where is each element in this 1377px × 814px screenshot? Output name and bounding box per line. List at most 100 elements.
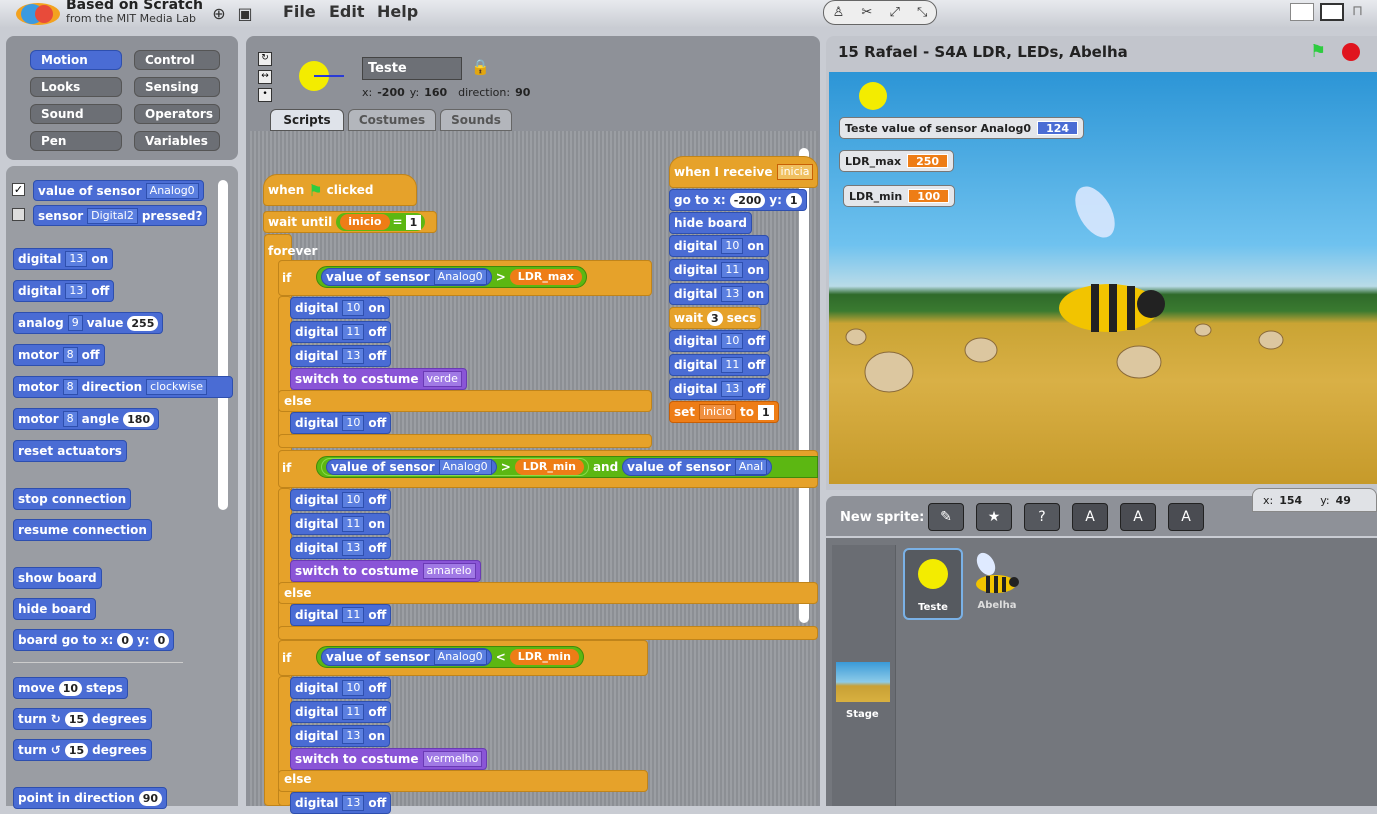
category-sensing[interactable]: Sensing: [134, 77, 220, 97]
pin-dropdown[interactable]: 11: [342, 607, 365, 623]
presentation-icon[interactable]: ⊓: [1352, 3, 1370, 21]
block-motor-off[interactable]: motor 8 off: [13, 344, 105, 366]
stage-thumbnail[interactable]: [836, 662, 890, 702]
rotate-style-icon[interactable]: ↻: [258, 52, 272, 66]
pin-dropdown[interactable]: 13: [342, 728, 365, 744]
monitor-checkbox[interactable]: [12, 208, 25, 221]
menu-help[interactable]: Help: [377, 2, 418, 21]
lock-icon[interactable]: 🔒: [471, 58, 490, 76]
block-show-board[interactable]: show board: [13, 567, 102, 589]
random-sprite-button[interactable]: ?: [1024, 503, 1060, 531]
block-turn-left[interactable]: turn ↺ 15 degrees: [13, 739, 152, 761]
steps-input[interactable]: 10: [58, 680, 83, 696]
secs-input[interactable]: 3: [707, 310, 723, 326]
menu-file[interactable]: File: [283, 2, 316, 21]
green-flag-icon[interactable]: ⚑: [1310, 41, 1326, 62]
block-stop-connection[interactable]: stop connection: [13, 488, 132, 510]
equals-operator[interactable]: inicio = 1: [336, 213, 426, 231]
pin-dropdown[interactable]: 13: [342, 348, 365, 364]
block-digital[interactable]: digital 10 off: [290, 489, 392, 511]
block-value-of-sensor[interactable]: value of sensor Analog0: [321, 268, 492, 286]
pin-dropdown[interactable]: 13: [65, 283, 88, 299]
category-motion[interactable]: Motion: [30, 50, 122, 70]
category-pen[interactable]: Pen: [30, 131, 122, 151]
message-dropdown[interactable]: inicia: [776, 164, 814, 180]
category-variables[interactable]: Variables: [134, 131, 220, 151]
degrees-input[interactable]: 15: [64, 742, 89, 758]
stop-sign-icon[interactable]: [1342, 43, 1360, 61]
block-digital[interactable]: digital 11 off: [290, 701, 392, 723]
flip-style-icon[interactable]: ↔: [258, 70, 272, 84]
sensor-dropdown[interactable]: Anal: [734, 459, 768, 475]
block-digital[interactable]: digital 13 off: [290, 345, 392, 367]
pin-dropdown[interactable]: 10: [342, 415, 365, 431]
block-analog-value[interactable]: analog 9 value 255: [13, 312, 164, 334]
greater-than-operator[interactable]: value of sensor Analog0 > LDR_max: [316, 266, 587, 288]
block-sensor-pressed[interactable]: sensor Digital2 pressed?: [33, 205, 208, 226]
grow-icon[interactable]: ⤢: [889, 5, 899, 20]
value-input[interactable]: 255: [127, 315, 159, 331]
block-digital[interactable]: digital 13 off: [669, 378, 771, 400]
choose-sprite-button[interactable]: ★: [976, 503, 1012, 531]
block-value-of-sensor[interactable]: value of sensor Analog0: [326, 459, 497, 475]
block-go-to-xy[interactable]: go to x: -200 y: 1: [669, 189, 807, 211]
sensor-dropdown[interactable]: Analog0: [145, 182, 199, 199]
block-digital[interactable]: digital 13 on: [669, 283, 770, 305]
block-digital[interactable]: digital 10 on: [290, 297, 391, 319]
pin-dropdown[interactable]: 11: [342, 516, 365, 532]
arduino-button-1[interactable]: A: [1072, 503, 1108, 531]
block-switch-costume[interactable]: switch to costume vermelho: [290, 748, 488, 770]
less-than-operator[interactable]: value of sensor Analog0 < LDR_min: [316, 646, 584, 668]
menu-edit[interactable]: Edit: [329, 2, 365, 21]
block-value-of-sensor[interactable]: value of sensor Analog0: [321, 648, 492, 666]
no-rotate-icon[interactable]: •: [258, 88, 272, 102]
paint-sprite-button[interactable]: ✎: [928, 503, 964, 531]
block-digital[interactable]: digital 10 off: [290, 412, 392, 434]
tab-costumes[interactable]: Costumes: [348, 109, 436, 131]
block-switch-costume[interactable]: switch to costume verde: [290, 368, 467, 390]
block-digital[interactable]: digital 13 off: [290, 792, 392, 814]
pin-dropdown[interactable]: 8: [62, 347, 78, 363]
degrees-input[interactable]: 15: [64, 711, 89, 727]
block-digital[interactable]: digital 13 off: [290, 537, 392, 559]
pin-dropdown[interactable]: 11: [342, 324, 365, 340]
block-digital[interactable]: digital 11 off: [290, 321, 392, 343]
save-icon[interactable]: ▣: [234, 2, 256, 24]
sensor-dropdown[interactable]: Analog0: [438, 459, 492, 475]
block-hide-board[interactable]: hide board: [669, 212, 753, 234]
tab-scripts[interactable]: Scripts: [270, 109, 344, 131]
pin-dropdown[interactable]: 13: [721, 286, 744, 302]
pin-dropdown[interactable]: 13: [65, 251, 88, 267]
category-sound[interactable]: Sound: [30, 104, 122, 124]
and-operator[interactable]: value of sensor Analog0 > LDR_min and value…: [316, 456, 818, 478]
value-input[interactable]: 1: [757, 404, 774, 420]
pin-dropdown[interactable]: 8: [62, 379, 78, 395]
costume-dropdown[interactable]: amarelo: [422, 563, 476, 579]
pin-dropdown[interactable]: 10: [342, 680, 365, 696]
block-switch-costume[interactable]: switch to costume amarelo: [290, 560, 481, 582]
block-digital[interactable]: digital 11 on: [669, 259, 770, 281]
category-operators[interactable]: Operators: [134, 104, 220, 124]
tab-sounds[interactable]: Sounds: [440, 109, 512, 131]
sensor-dropdown[interactable]: Digital2: [87, 207, 138, 224]
block-digital[interactable]: digital 11 off: [290, 604, 392, 626]
x-input[interactable]: 0: [117, 632, 133, 648]
x-input[interactable]: -200: [729, 192, 766, 208]
stamp-icon[interactable]: ♙: [833, 5, 845, 20]
block-motor-angle[interactable]: motor 8 angle 180: [13, 408, 160, 430]
variable-inicio[interactable]: inicio: [340, 214, 390, 230]
value-input[interactable]: 1: [405, 214, 422, 230]
pin-dropdown[interactable]: 11: [721, 357, 744, 373]
arduino-button-2[interactable]: A: [1120, 503, 1156, 531]
block-value-of-sensor[interactable]: value of sensor Anal: [622, 458, 773, 476]
variable-dropdown[interactable]: inicio: [699, 404, 736, 420]
block-wait-secs[interactable]: wait 3 secs: [669, 307, 762, 329]
block-motor-direction[interactable]: motor 8 direction clockwise: [13, 376, 233, 398]
pin-dropdown[interactable]: 11: [342, 704, 365, 720]
sprite-abelha-tile[interactable]: Abelha: [968, 550, 1026, 620]
sensor-dropdown[interactable]: Analog0: [433, 269, 487, 285]
palette-scrollbar[interactable]: [218, 180, 228, 510]
y-input[interactable]: 0: [153, 632, 170, 648]
pin-dropdown[interactable]: 13: [721, 381, 744, 397]
monitor-sensor-analog0[interactable]: Teste value of sensor Analog0 124: [839, 117, 1085, 139]
